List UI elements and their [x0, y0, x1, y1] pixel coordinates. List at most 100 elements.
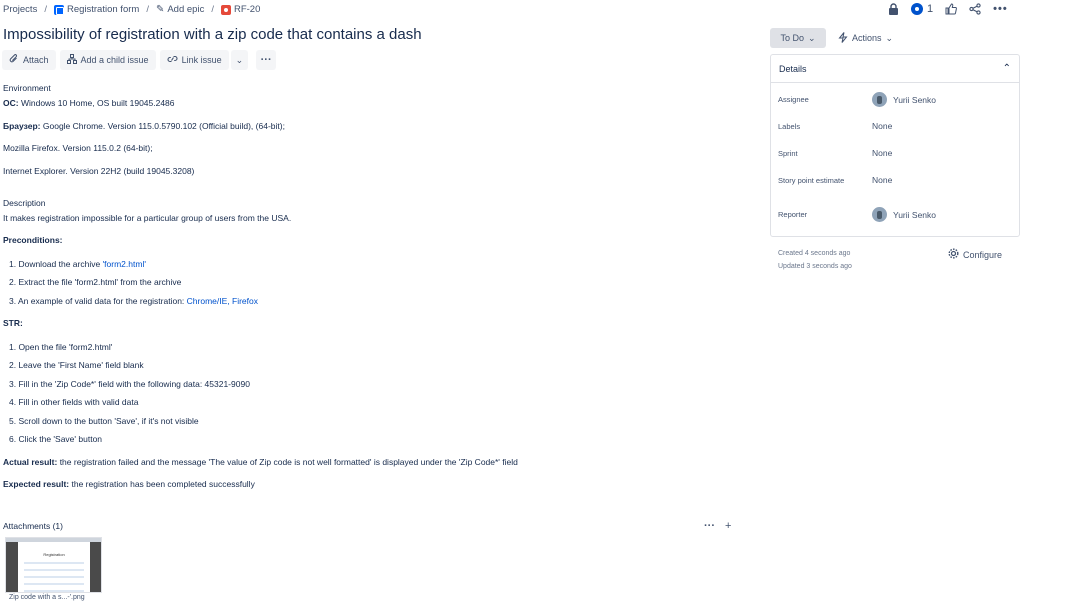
add-child-issue-button[interactable]: Add a child issue [59, 50, 156, 70]
precondition-1: 1. Download the archive 'form2.html' [9, 260, 146, 269]
details-title: Details [779, 63, 807, 74]
configure-button[interactable]: Configure [948, 248, 1002, 261]
attachment-filename[interactable]: Zip code with a s...-'.png [9, 594, 85, 601]
thumbnail-line [24, 569, 84, 571]
thumbs-up-icon[interactable] [945, 3, 958, 15]
assignee-field[interactable]: Yurii Senko [872, 92, 936, 107]
environment-os[interactable]: ОС: Windows 10 Home, OS built 19045.2486 [3, 99, 175, 108]
share-icon[interactable] [969, 3, 981, 15]
thumbnail-line [24, 590, 84, 592]
browser-value: Google Chrome. Version 115.0.5790.102 (O… [40, 121, 285, 131]
eye-icon [911, 3, 923, 15]
breadcrumb-add-epic[interactable]: ✎ Add epic [156, 4, 204, 15]
details-header[interactable]: Details ⌃ [771, 55, 1019, 83]
add-attachment-icon[interactable]: + [725, 520, 731, 532]
breadcrumb-projects[interactable]: Projects [3, 4, 37, 15]
issue-key-label: RF-20 [233, 4, 261, 15]
assignee-label: Assignee [778, 95, 809, 104]
valid-data-link[interactable]: Chrome/IE, Firefox [187, 296, 258, 306]
watch-count: 1 [927, 3, 934, 15]
add-child-label: Add a child issue [80, 55, 149, 65]
attachment-thumbnail[interactable]: Registration [5, 537, 102, 593]
reporter-value: Yurii Senko [893, 209, 936, 220]
issue-header-actions: 1 ••• [888, 3, 1008, 15]
archive-link[interactable]: 'form2.html' [103, 259, 146, 269]
actual-result: Actual result: the registration failed a… [3, 458, 518, 467]
step-item: 5. Scroll down to the button 'Save', if … [9, 416, 199, 426]
link-issue-button[interactable]: Link issue [159, 50, 229, 70]
lock-icon[interactable] [888, 3, 899, 15]
precondition-3-text: 3. An example of valid data for the regi… [9, 296, 187, 306]
attach-label: Attach [23, 55, 49, 65]
os-label: ОС: [3, 98, 19, 108]
breadcrumb-separator: / [44, 4, 47, 15]
labels-value[interactable]: None [872, 121, 892, 131]
actions-dropdown[interactable]: Actions ⌄ [838, 28, 893, 48]
sprint-value[interactable]: None [872, 148, 892, 158]
reporter-field[interactable]: Yurii Senko [872, 207, 936, 222]
link-issue-label: Link issue [181, 55, 222, 65]
breadcrumb-project[interactable]: Registration form [53, 4, 140, 15]
add-epic-label: Add epic [167, 4, 205, 15]
thumbnail-line [24, 583, 84, 585]
story-points-value[interactable]: None [872, 175, 892, 185]
gear-icon [948, 248, 959, 261]
paperclip-icon [9, 53, 19, 67]
expected-result-label: Expected result: [3, 479, 70, 489]
actual-result-label: Actual result: [3, 457, 58, 467]
os-value: Windows 10 Home, OS built 19045.2486 [18, 98, 175, 108]
story-points-row: Story point estimate None [778, 175, 892, 185]
breadcrumb-project-label: Registration form [66, 4, 140, 15]
assignee-value: Yurii Senko [893, 94, 936, 105]
chevron-down-icon: ⌄ [885, 32, 894, 43]
thumbnail-page: Registration [18, 542, 90, 592]
issue-title[interactable]: Impossibility of registration with a zip… [3, 26, 422, 43]
thumbnail-line [24, 562, 84, 564]
description-text[interactable]: It makes registration impossible for a p… [3, 214, 291, 223]
lightning-icon [838, 31, 848, 45]
environment-ie[interactable]: Internet Explorer. Version 22H2 (build 1… [3, 167, 194, 176]
link-issue-dropdown[interactable]: ⌄ [230, 50, 249, 70]
more-icon: ··· [260, 54, 272, 66]
sprint-label: Sprint [778, 148, 798, 158]
precondition-1-text: 1. Download the archive [9, 259, 103, 269]
preconditions-label: Preconditions: [3, 235, 63, 245]
details-panel: Details ⌃ Assignee Yurii Senko Labels No… [770, 54, 1020, 237]
thumbnail-title: Registration [43, 552, 65, 557]
configure-label: Configure [963, 249, 1003, 260]
chevron-up-icon: ⌃ [1002, 63, 1011, 74]
description-label: Description [3, 198, 46, 208]
breadcrumb-separator: / [146, 4, 149, 15]
assignee-row: Assignee Yurii Senko [778, 92, 936, 107]
precondition-3: 3. An example of valid data for the regi… [9, 297, 258, 306]
chevron-down-icon: ⌄ [807, 32, 816, 43]
reporter-label: Reporter [778, 210, 808, 219]
more-icon[interactable]: ••• [993, 3, 1008, 15]
project-icon [53, 4, 64, 15]
reporter-row: Reporter Yurii Senko [778, 207, 936, 222]
link-issue-group: Link issue ⌄ [159, 50, 249, 70]
step-item: 3. Fill in the 'Zip Code*' field with th… [9, 379, 250, 389]
sprint-row: Sprint None [778, 148, 892, 158]
environment-firefox[interactable]: Mozilla Firefox. Version 115.0.2 (64-bit… [3, 144, 153, 153]
breadcrumb-separator: / [211, 4, 214, 15]
step-item: 2. Leave the 'First Name' field blank [9, 360, 144, 370]
actual-result-value: the registration failed and the message … [57, 457, 518, 467]
avatar [872, 92, 887, 107]
labels-row: Labels None [778, 121, 892, 131]
issue-toolbar: Attach Add a child issue Link issue ⌄ ··… [2, 50, 277, 70]
more-actions-button[interactable]: ··· [256, 50, 277, 70]
environment-browser[interactable]: Браузер: Google Chrome. Version 115.0.57… [3, 122, 285, 131]
story-points-label: Story point estimate [778, 175, 845, 185]
watch-button[interactable]: 1 [911, 3, 933, 15]
attachments-more-icon[interactable]: ··· [704, 520, 715, 532]
chevron-down-icon: ⌄ [235, 54, 244, 65]
avatar [872, 207, 887, 222]
breadcrumb-issue-key[interactable]: RF-20 [220, 4, 261, 15]
attach-button[interactable]: Attach [2, 50, 56, 70]
breadcrumb: Projects / Registration form / ✎ Add epi… [3, 4, 260, 15]
hierarchy-icon [66, 53, 77, 67]
updated-timestamp: Updated 3 seconds ago [778, 263, 852, 270]
environment-label: Environment [3, 83, 51, 93]
status-dropdown[interactable]: To Do ⌄ [770, 28, 826, 48]
